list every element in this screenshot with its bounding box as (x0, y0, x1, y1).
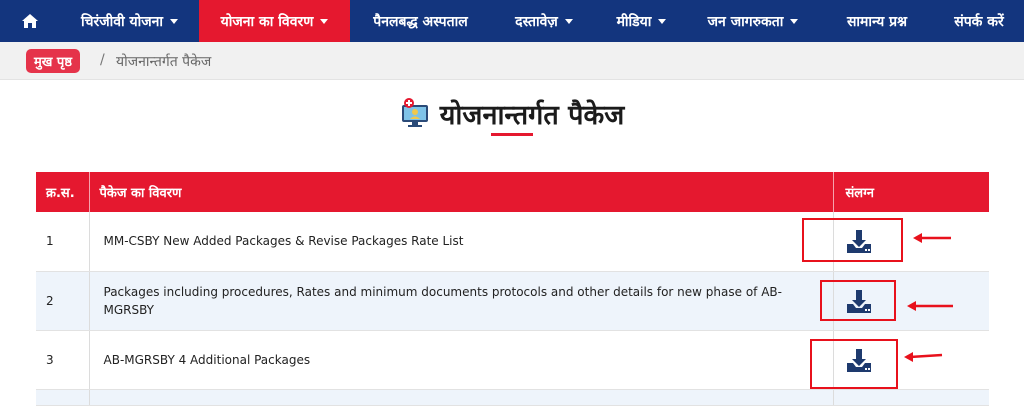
breadcrumb-current: योजनान्तर्गत पैकेज (116, 54, 212, 70)
cell-description: AB-MGRSBY 4 Additional Packages (89, 330, 834, 390)
caret-down-icon (658, 18, 667, 24)
nav-item-yojana-vivran[interactable]: योजना का विवरण (199, 0, 350, 42)
breadcrumb: मुख पृष्ठ / योजनान्तर्गत पैकेज (0, 42, 1024, 80)
cell-serial-no: 3 (36, 330, 90, 390)
table-row (36, 389, 989, 406)
page-title-area: योजनान्तर्गत पैकेज (0, 88, 1024, 138)
cell-serial-no (36, 389, 90, 406)
nav-item-label: संपर्क करें (954, 13, 1004, 30)
header-package-details: पैकेज का विवरण (89, 172, 834, 212)
caret-down-icon (170, 18, 179, 24)
arrow-left-icon (907, 301, 953, 311)
nav-item-label: दस्तावेज़ (515, 13, 558, 30)
home-icon (22, 14, 38, 28)
breadcrumb-home-link[interactable]: मुख पृष्ठ (26, 49, 80, 73)
nav-item-label: सामान्य प्रश्न (846, 13, 908, 30)
cell-description: MM-CSBY New Added Packages & Revise Pack… (89, 212, 834, 272)
nav-item-media[interactable]: मीडिया (597, 0, 686, 42)
nav-item-public-awareness[interactable]: जन जागरुकता (686, 0, 820, 42)
nav-home-link[interactable] (0, 0, 60, 42)
nav-item-label: पैनलबद्ध अस्पताल (373, 13, 468, 30)
caret-down-icon (320, 18, 329, 24)
arrow-left-icon (913, 233, 951, 243)
title-underline (491, 133, 533, 136)
nav-item-label: मीडिया (616, 13, 652, 30)
computer-health-icon (401, 98, 428, 127)
highlight-box (802, 218, 903, 262)
nav-item-label: चिरंजीवी योजना (80, 13, 164, 30)
cell-description (89, 389, 834, 406)
nav-item-contact-us[interactable]: संपर्क करें (934, 0, 1024, 42)
header-serial-no: क्र.स. (36, 172, 90, 212)
highlight-box (820, 280, 896, 321)
main-navbar: चिरंजीवी योजना योजना का विवरण पैनलबद्ध अ… (0, 0, 1024, 42)
breadcrumb-separator: / (100, 52, 105, 68)
nav-item-label: योजना का विवरण (220, 13, 314, 30)
cell-serial-no: 2 (36, 271, 90, 331)
cell-serial-no: 1 (36, 212, 90, 272)
arrow-left-icon (904, 352, 943, 362)
header-attachment: संलग्न (833, 172, 989, 212)
nav-item-documents[interactable]: दस्तावेज़ (491, 0, 597, 42)
nav-item-chiranjeevi-yojana[interactable]: चिरंजीवी योजना (60, 0, 199, 42)
cell-attachment (833, 389, 989, 406)
caret-down-icon (564, 18, 573, 24)
table-header-row: क्र.स. पैकेज का विवरण संलग्न (36, 172, 989, 212)
caret-down-icon (790, 18, 799, 24)
nav-item-faq[interactable]: सामान्य प्रश्न (820, 0, 934, 42)
highlight-box (810, 339, 898, 389)
nav-item-empanelled-hospitals[interactable]: पैनलबद्ध अस्पताल (350, 0, 491, 42)
cell-description: Packages including procedures, Rates and… (89, 271, 834, 331)
page-title: योजनान्तर्गत पैकेज (439, 99, 625, 131)
nav-item-label: जन जागरुकता (707, 13, 784, 30)
